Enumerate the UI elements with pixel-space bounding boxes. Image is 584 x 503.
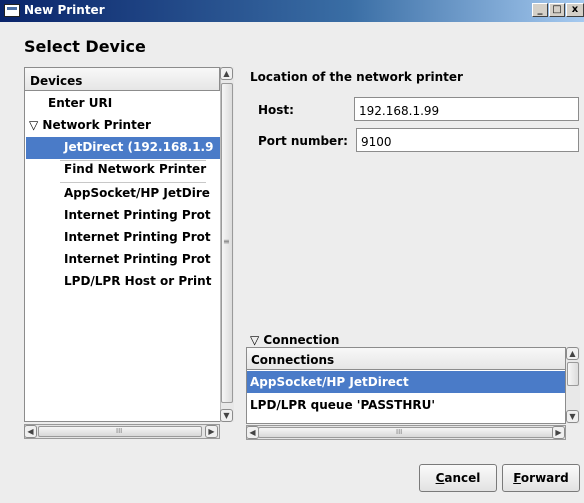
device-item-find-network-printer[interactable]: Find Network Printer [26,159,220,181]
port-input[interactable] [356,128,579,152]
device-item-appsocket[interactable]: AppSocket/HP JetDire [26,183,220,205]
grip-icon: ≡ [223,237,230,246]
device-item-ipp-2[interactable]: Internet Printing Prot [26,227,220,249]
scroll-down-icon[interactable]: ▼ [566,410,579,423]
scroll-up-icon[interactable]: ▲ [566,347,579,360]
device-item-jetdirect[interactable]: JetDirect (192.168.1.9 [26,137,220,159]
forward-button[interactable]: Forward [502,464,580,492]
device-item-network-printer[interactable]: ▽ Network Printer [26,115,220,137]
connections-column-header[interactable]: Connections [246,347,566,370]
host-label: Host: [258,103,294,117]
connection-item-appsocket[interactable]: AppSocket/HP JetDirect [247,371,565,393]
window-title: New Printer [24,3,105,17]
device-item-enter-uri[interactable]: Enter URI [26,93,220,115]
connections-vscroll-thumb[interactable] [567,362,579,386]
maximize-button[interactable]: □ [549,3,565,17]
page-title: Select Device [24,37,146,56]
close-button[interactable]: x [566,3,584,17]
forward-label: orward [520,471,569,485]
devices-column-header[interactable]: Devices [24,67,220,91]
connection-item-lpd-lpr[interactable]: LPD/LPR queue 'PASSTHRU' [247,394,565,416]
title-bar[interactable]: New Printer _ □ x [0,0,584,22]
forward-accelerator: F [513,471,521,485]
scroll-right-icon[interactable]: ▶ [205,425,218,438]
scroll-down-icon[interactable]: ▼ [220,409,233,422]
cancel-button[interactable]: Cancel [419,464,497,492]
scroll-left-icon[interactable]: ◀ [24,425,37,438]
hscroll-grip: III [116,427,123,435]
scroll-up-icon[interactable]: ▲ [220,67,233,80]
cancel-label: ancel [444,471,481,485]
device-item-lpd-lpr[interactable]: LPD/LPR Host or Print [26,271,220,293]
window-icon [4,4,20,17]
scroll-right-icon[interactable]: ▶ [552,426,565,439]
connections-hscroll-thumb[interactable] [258,427,554,438]
location-label: Location of the network printer [250,70,463,84]
device-item-ipp-3[interactable]: Internet Printing Prot [26,249,220,271]
hscroll-grip: III [396,428,403,436]
port-label: Port number: [258,134,348,148]
connection-expander[interactable]: ▽ Connection [250,333,339,347]
minimize-button[interactable]: _ [532,3,548,17]
host-input[interactable] [354,97,579,121]
device-item-ipp-1[interactable]: Internet Printing Prot [26,205,220,227]
